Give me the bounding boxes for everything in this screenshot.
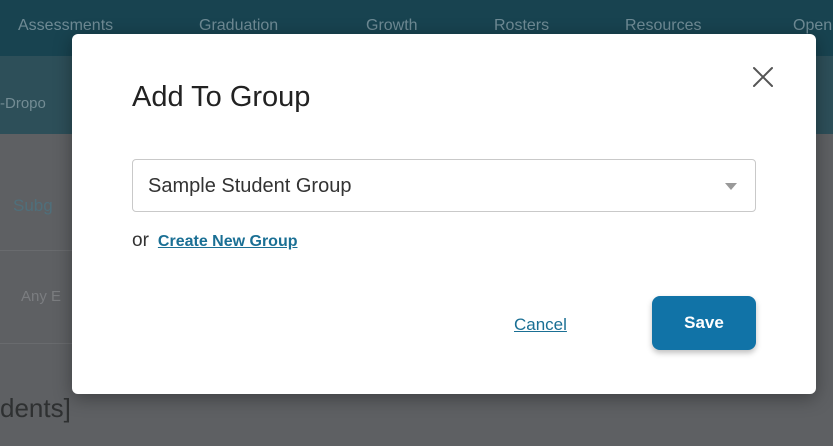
divider [0, 250, 72, 251]
nav-item-assessments: Assessments [18, 17, 114, 34]
dialog-title: Add To Group [132, 81, 311, 113]
nav-item-open: Open [793, 17, 833, 34]
cancel-button[interactable]: Cancel [514, 315, 567, 335]
group-select[interactable]: Sample Student Group [132, 159, 756, 212]
nav-item-rosters: Rosters [494, 17, 550, 34]
or-label: or [132, 230, 149, 251]
group-select-value: Sample Student Group [148, 175, 352, 197]
filter-label: Any E [21, 288, 62, 305]
nav-item-resources: Resources [625, 17, 702, 34]
create-group-row: or Create New Group [132, 230, 298, 252]
save-button[interactable]: Save [652, 296, 756, 350]
create-new-group-link[interactable]: Create New Group [158, 233, 298, 251]
subnav-item: -Dropo [0, 95, 46, 112]
add-to-group-dialog: Add To Group Sample Student Group or Cre… [72, 34, 816, 394]
divider [0, 343, 72, 344]
close-icon [753, 67, 773, 87]
nav-item-growth: Growth [366, 17, 418, 34]
nav-item-graduation: Graduation [199, 17, 279, 34]
subgroup-heading: Subg [13, 196, 53, 215]
students-heading: dents] [0, 393, 71, 423]
close-button[interactable] [751, 65, 775, 89]
chevron-down-icon [725, 183, 737, 190]
